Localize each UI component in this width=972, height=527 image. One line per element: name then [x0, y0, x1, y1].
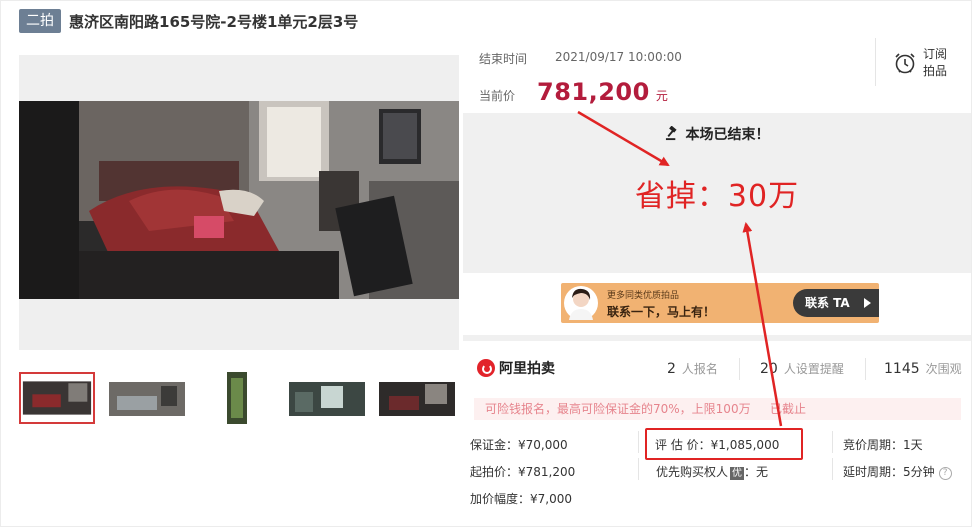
agent-avatar: [564, 286, 598, 320]
priority-buyer-label: 优先购买权人: [656, 465, 729, 479]
thumbnail-4[interactable]: [289, 372, 365, 424]
detail-divider-3: [832, 431, 833, 453]
header-divider: [875, 38, 876, 86]
banner-small-text: 更多同类优质拍品: [607, 291, 680, 301]
increment-info: 加价幅度：¥7,000: [470, 492, 572, 506]
auction-round-badge: 二拍: [19, 9, 61, 33]
signup-label: 人报名: [681, 362, 718, 376]
deposit-info: 保证金：¥70,000: [470, 438, 568, 452]
stat-divider-2: [865, 358, 866, 380]
priority-buyer-info: 优先购买权人优：无: [656, 463, 768, 480]
subscribe-label-1: 订阅: [923, 47, 948, 61]
subscribe-button[interactable]: 订阅 拍品: [893, 46, 949, 80]
end-time-value: 2021/09/17 10:00:00: [555, 50, 682, 64]
alarm-clock-icon: [895, 53, 915, 74]
auction-status-panel: 本场已结束！ 省掉：30万 更多同类优质拍品 联系一下，马上有！ 联系 TA: [463, 113, 971, 341]
signup-count: 2: [667, 361, 676, 377]
deposit-insurance-text: 可险钱报名，最高可险保证金的70%，上限100万: [485, 402, 751, 416]
priority-buyer-value: ：无: [744, 465, 769, 479]
end-time-label: 结束时间: [479, 52, 528, 66]
contact-banner-card[interactable]: 更多同类优质拍品 联系一下，马上有！ 联系 TA: [561, 283, 879, 323]
banner-big-text: 联系一下，马上有！: [607, 305, 716, 319]
stats-row: 阿里拍卖 2 人报名 20 人设置提醒 1145 次围观: [463, 352, 971, 386]
aliauction-logo-icon: [477, 359, 495, 377]
detail-divider-1: [638, 431, 639, 453]
thumbnail-1[interactable]: [19, 372, 95, 424]
delay-cycle-info: 延时周期：5分钟?: [843, 463, 952, 480]
thumbnail-strip: [19, 372, 469, 424]
delay-cycle-text: 延时周期：5分钟: [843, 465, 935, 479]
start-price-info: 起拍价：¥781,200: [470, 465, 576, 479]
subscribe-label-2: 拍品: [923, 64, 948, 78]
page-title: 惠济区南阳路165号院-2号楼1单元2层3号: [69, 12, 359, 31]
end-time-row: 结束时间 2021/09/17 10:00:00: [479, 50, 682, 67]
auction-ended-notice: 本场已结束！: [463, 124, 971, 145]
priority-badge: 优: [730, 467, 745, 480]
detail-divider-4: [832, 458, 833, 480]
signup-stat: 2 人报名: [667, 360, 718, 377]
contact-banner[interactable]: 更多同类优质拍品 联系一下，马上有！ 联系 TA: [463, 273, 971, 335]
question-circle-icon[interactable]: ?: [938, 467, 952, 480]
deposit-insurance-status: 已截止: [770, 402, 807, 416]
main-photo: [19, 101, 459, 299]
current-price-value: 781,200: [537, 78, 650, 106]
auction-ended-text: 本场已结束！: [685, 127, 770, 143]
thumbnail-2[interactable]: [109, 372, 185, 424]
bid-cycle-info: 竞价周期：1天: [843, 438, 923, 452]
current-price-row: 当前价 781,200 元: [479, 78, 668, 106]
views-count: 1145: [884, 361, 920, 377]
aliauction-logo-text: 阿里拍卖: [499, 361, 555, 377]
stat-divider-1: [739, 358, 740, 380]
thumbnail-3[interactable]: [199, 372, 275, 424]
savings-annotation: 省掉：30万: [634, 179, 800, 214]
title-row: 二拍 惠济区南阳路165号院-2号楼1单元2层3号: [19, 8, 358, 34]
contact-ta-label: 联系 TA: [805, 296, 850, 310]
views-label: 次围观: [925, 362, 962, 376]
current-price-label: 当前价: [479, 89, 516, 103]
reminder-stat: 20 人设置提醒: [760, 360, 844, 377]
reminder-label: 人设置提醒: [783, 362, 844, 376]
reminder-count: 20: [760, 361, 778, 377]
contact-ta-button[interactable]: 联系 TA: [793, 289, 879, 317]
deposit-insurance-notice: 可险钱报名，最高可险保证金的70%，上限100万 已截止: [474, 398, 961, 420]
detail-divider-2: [638, 458, 639, 480]
aliauction-logo: 阿里拍卖: [477, 358, 555, 378]
arrow-right-icon: [864, 298, 871, 308]
thumbnail-5[interactable]: [379, 372, 455, 424]
price-unit: 元: [655, 89, 668, 103]
main-image-viewer[interactable]: [19, 55, 459, 350]
views-stat: 1145 次围观: [884, 360, 962, 377]
appraisal-highlight-box: [645, 428, 803, 460]
gavel-icon: [665, 125, 680, 145]
